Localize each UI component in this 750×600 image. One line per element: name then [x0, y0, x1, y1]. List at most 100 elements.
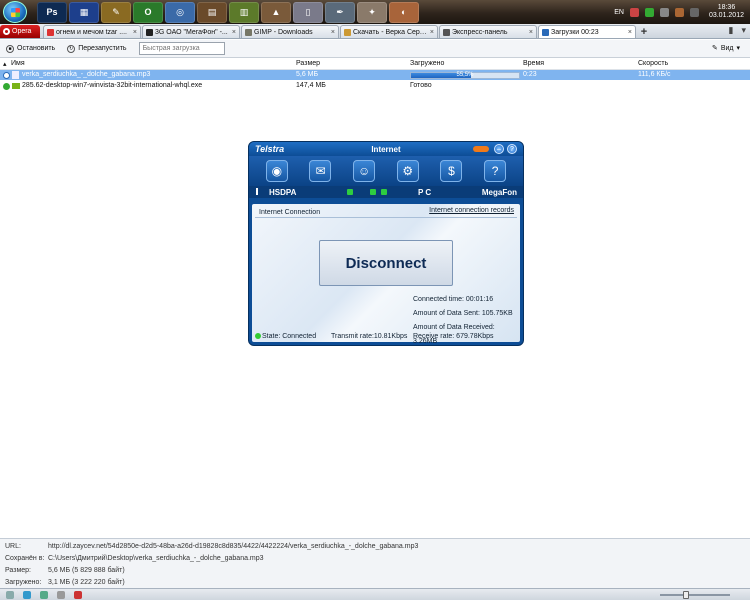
- tray-app-icon[interactable]: [674, 7, 684, 17]
- film-icon[interactable]: ▦: [69, 1, 99, 23]
- connection-header: Internet Connection Internet connection …: [255, 207, 517, 218]
- close-tab-icon[interactable]: ×: [331, 29, 335, 36]
- tab-speed-dial[interactable]: Экспресс-панель ×: [439, 25, 537, 38]
- help-icon[interactable]: ?: [484, 160, 507, 182]
- restart-label: Перезапустить: [78, 45, 127, 52]
- settings-gear-icon[interactable]: ⚙: [396, 160, 419, 182]
- saved-label: Сохранён в:: [5, 555, 45, 562]
- globe-icon[interactable]: ◉: [265, 160, 288, 182]
- billing-icon[interactable]: $: [440, 160, 463, 182]
- cloud-icon[interactable]: [23, 591, 31, 599]
- photoshop-icon[interactable]: Ps: [37, 1, 67, 23]
- header-speed[interactable]: Скорость: [638, 60, 668, 67]
- quick-download-input[interactable]: [138, 42, 225, 55]
- table-row[interactable]: verka_serdiuchka_-_dolche_gabana.mp3 5,6…: [0, 70, 750, 80]
- header-time[interactable]: Время: [523, 60, 544, 67]
- downloads-toolbar: ■ Остановить ↻ Перезапустить ✎ Вид ▾: [0, 40, 750, 58]
- volume-icon[interactable]: [659, 7, 669, 17]
- tab-label: Экспресс-панель: [452, 28, 508, 36]
- network-icon[interactable]: [644, 7, 654, 17]
- tab-downloads[interactable]: Загрузки 00:23 ×: [538, 25, 636, 38]
- transmit-rate: Transmit rate:10.81Kbps: [331, 333, 408, 340]
- header-size[interactable]: Размер: [296, 60, 320, 67]
- archiver-icon[interactable]: ▤: [197, 1, 227, 23]
- start-button[interactable]: [3, 1, 27, 23]
- trash-icon[interactable]: ▮: [729, 25, 734, 36]
- close-tab-icon[interactable]: ×: [529, 29, 533, 36]
- tab-megafon[interactable]: 3G ОАО "МегаФон" -... ×: [142, 25, 240, 38]
- network-type: HSDPA: [269, 187, 297, 197]
- tab-tzar[interactable]: огнем и мечом tzar .... ×: [43, 25, 141, 38]
- telstra-title-bar[interactable]: Telstra Internet – ?: [249, 142, 523, 156]
- url-label: URL:: [5, 543, 21, 550]
- telstra-nav: ◉ ✉ ☺ ⚙ $ ?: [249, 156, 523, 186]
- opera-icon[interactable]: O: [133, 1, 163, 23]
- status-bar-icons: [6, 591, 82, 599]
- loaded-value: 3,1 МБ (3 222 220 байт): [48, 579, 125, 586]
- header-loaded[interactable]: Загружено: [410, 60, 444, 67]
- connected-time: Connected time: 00:01:16: [413, 296, 494, 303]
- opera-menu-button[interactable]: Opera: [0, 25, 40, 38]
- sync-icon[interactable]: [40, 591, 48, 599]
- turbo-icon[interactable]: [57, 591, 65, 599]
- url-value[interactable]: http://dl.zaycev.net/54d2850e-d2d5-48ba-…: [48, 543, 418, 550]
- taskbar: Ps ▦ ✎ O ◎ ▤ ▥ ▲ ▯ ✒ ✦ ◐ EN 18:36 03.01.…: [0, 0, 750, 24]
- clock-time: 18:36: [717, 4, 736, 11]
- header-sort-icon[interactable]: ▴: [3, 60, 7, 68]
- close-tab-icon[interactable]: ×: [232, 29, 236, 36]
- state-text: State: Connected: [262, 333, 317, 340]
- gimp-icon[interactable]: ✦: [357, 1, 387, 23]
- language-indicator[interactable]: EN: [614, 9, 624, 16]
- close-tab-icon[interactable]: ×: [133, 29, 137, 36]
- notepad-icon[interactable]: ▥: [229, 1, 259, 23]
- help-button[interactable]: ?: [507, 144, 517, 154]
- battery-icon[interactable]: [689, 7, 699, 17]
- stop-button[interactable]: ■ Остановить: [6, 44, 55, 53]
- restart-button[interactable]: ↻ Перезапустить: [67, 44, 127, 53]
- tab-menu-icon[interactable]: ▾: [741, 25, 746, 36]
- tab-zaycev[interactable]: Скачать - Верка Серд... ×: [340, 25, 438, 38]
- tab-label: 3G ОАО "МегаФон" -...: [155, 28, 228, 36]
- view-icon: ✎: [711, 45, 718, 52]
- time-remaining: 0:23: [523, 71, 537, 78]
- contacts-icon[interactable]: ☺: [353, 160, 376, 182]
- antivirus-icon[interactable]: [629, 7, 639, 17]
- sim-icon: [370, 189, 376, 195]
- envelope-icon[interactable]: ✉: [309, 160, 332, 182]
- view-button[interactable]: ✎ Вид ▾: [711, 44, 740, 53]
- clock[interactable]: 18:36 03.01.2012: [709, 4, 744, 20]
- word-icon[interactable]: ▯: [293, 1, 323, 23]
- file-name: 285.62-desktop-win7-winvista-32bit-inter…: [22, 82, 203, 89]
- chevron-down-icon: ▾: [736, 45, 740, 52]
- minimize-button[interactable]: –: [494, 144, 504, 154]
- operator-name: MegaFon: [481, 187, 517, 197]
- done-check-icon: [3, 82, 10, 90]
- gimp-favicon-icon: [245, 28, 252, 36]
- progress-percent: 55,5%: [456, 71, 474, 78]
- zoom-slider-knob[interactable]: [683, 591, 689, 599]
- panel-toggle-icon[interactable]: [6, 591, 14, 599]
- data-sent: Amount of Data Sent: 105.75KB: [413, 310, 513, 317]
- table-row[interactable]: 285.62-desktop-win7-winvista-32bit-inter…: [0, 81, 750, 91]
- vlc-icon[interactable]: ▲: [261, 1, 291, 23]
- downloading-icon: [3, 71, 10, 79]
- header-name[interactable]: Имя: [11, 60, 25, 67]
- connected-status-icon: [255, 333, 261, 339]
- unite-icon[interactable]: [74, 591, 82, 599]
- chrome-icon[interactable]: ◎: [165, 1, 195, 23]
- connection-records-link[interactable]: Internet connection records: [429, 207, 514, 214]
- saved-value[interactable]: C:\Users\Дмитрий\Desktop\verka_serdiuchk…: [48, 555, 264, 562]
- clock-date: 03.01.2012: [708, 12, 744, 19]
- new-tab-button[interactable]: +: [637, 25, 651, 38]
- speed-dial-icon: [443, 28, 450, 36]
- zoom-slider[interactable]: [660, 591, 730, 599]
- close-tab-icon[interactable]: ×: [430, 29, 434, 36]
- close-tab-icon[interactable]: ×: [628, 29, 632, 36]
- disconnect-button[interactable]: Disconnect: [319, 240, 453, 286]
- tools-icon[interactable]: ✎: [101, 1, 131, 23]
- tab-tools: ▮ ▾: [729, 25, 746, 36]
- tab-gimp[interactable]: GIMP - Downloads ×: [241, 25, 339, 38]
- fox-icon[interactable]: ◐: [389, 1, 419, 23]
- state-indicator: State: Connected: [255, 333, 316, 340]
- ink-icon[interactable]: ✒: [325, 1, 355, 23]
